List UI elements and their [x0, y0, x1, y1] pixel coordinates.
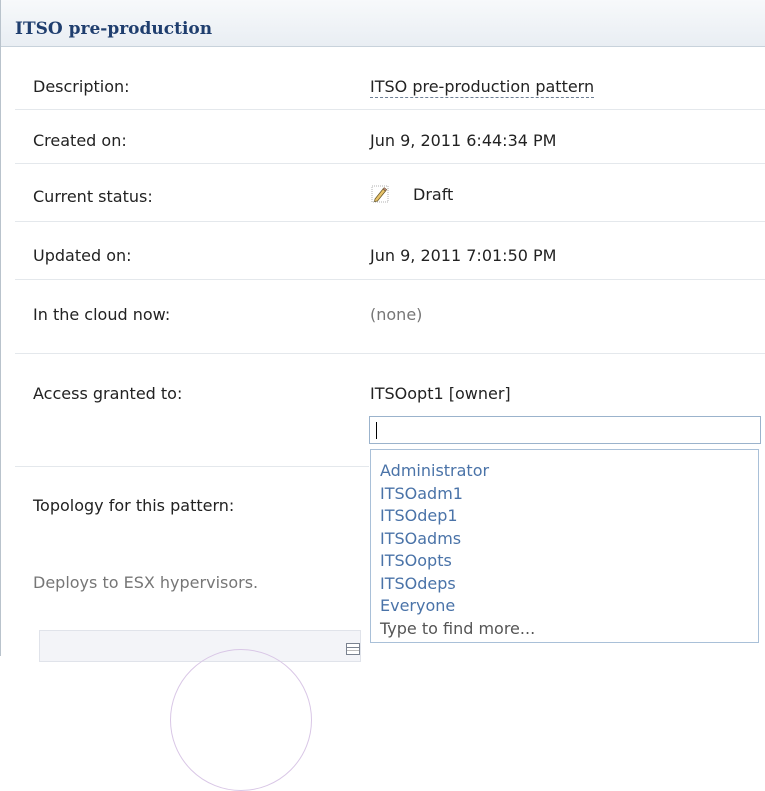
updated-on-value: Jun 9, 2011 7:01:50 PM	[370, 246, 557, 265]
current-status-label: Current status:	[33, 187, 153, 206]
suggestion-item[interactable]: ITSOadm1	[371, 483, 758, 506]
access-search-input[interactable]	[369, 416, 761, 444]
panel-header: ITSO pre-production	[1, 0, 765, 47]
row-divider	[15, 163, 765, 164]
text-caret	[376, 422, 377, 439]
suggestion-item[interactable]: ITSOadms	[371, 528, 758, 551]
suggestion-item[interactable]: ITSOdeps	[371, 573, 758, 596]
panel-title: ITSO pre-production	[15, 19, 213, 39]
in-cloud-label: In the cloud now:	[33, 305, 171, 324]
user-suggestions-dropdown: Administrator ITSOadm1 ITSOdep1 ITSOadms…	[370, 449, 759, 643]
row-divider	[15, 109, 765, 110]
access-owner-value: ITSOopt1 [owner]	[370, 384, 511, 403]
suggestion-item[interactable]: ITSOopts	[371, 550, 758, 573]
row-divider	[15, 353, 765, 354]
created-on-value: Jun 9, 2011 6:44:34 PM	[370, 131, 557, 150]
suggestion-hint: Type to find more...	[380, 618, 536, 638]
pattern-details-panel: ITSO pre-production Description: ITSO pr…	[0, 0, 765, 791]
access-granted-label: Access granted to:	[33, 384, 183, 403]
pencil-icon	[371, 185, 389, 203]
row-divider	[15, 466, 369, 467]
suggestion-item[interactable]: Everyone	[371, 595, 758, 618]
topology-note: Deploys to ESX hypervisors.	[33, 573, 259, 592]
topology-label: Topology for this pattern:	[33, 496, 235, 515]
suggestion-item[interactable]: Administrator	[371, 460, 758, 483]
current-status-value: Draft	[413, 185, 454, 204]
row-divider	[15, 221, 765, 222]
suggestion-item[interactable]: ITSOdep1	[371, 505, 758, 528]
topology-diagram[interactable]	[39, 630, 361, 791]
row-divider	[15, 279, 765, 280]
topology-circle	[170, 649, 312, 791]
table-view-icon[interactable]	[346, 643, 360, 655]
updated-on-label: Updated on:	[33, 246, 132, 265]
description-value[interactable]: ITSO pre-production pattern	[370, 77, 595, 98]
description-label: Description:	[33, 77, 130, 96]
in-cloud-value: (none)	[370, 305, 423, 324]
created-on-label: Created on:	[33, 131, 127, 150]
